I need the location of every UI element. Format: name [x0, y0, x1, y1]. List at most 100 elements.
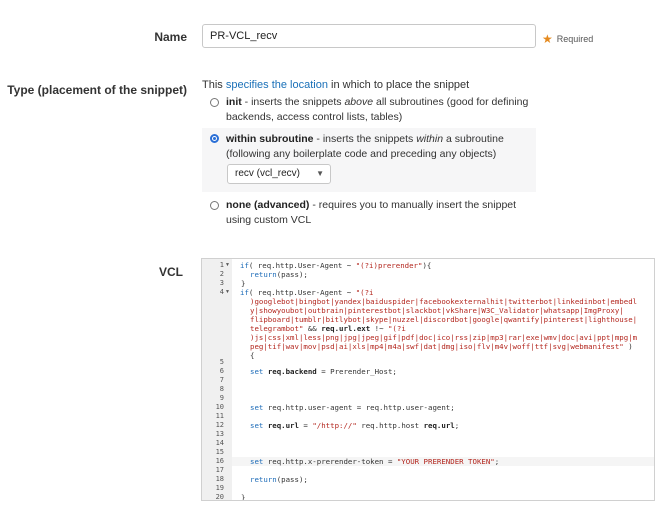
code-token: = Prerender_Host; — [316, 367, 397, 376]
line-number: 12 — [215, 421, 224, 429]
option-init-emph: above — [344, 96, 374, 108]
vcl-code-editor[interactable]: 1 ▼ 2 3 4 ▼ 5 6 7 8 9 10 11 12 13 14 15 16… — [201, 258, 655, 501]
code-token: req.http.user-agent = req.http.user-agen… — [263, 403, 455, 412]
required-text: Required — [556, 34, 594, 44]
code-token: && — [303, 324, 322, 333]
required-indicator: ★ Required — [542, 31, 594, 46]
code-line: return(pass); — [250, 270, 654, 279]
option-within-title: within subroutine — [226, 133, 314, 145]
code-token: if — [240, 261, 249, 270]
code-line: set req.url = "/http://" req.http.host r… — [250, 421, 654, 430]
code-token: req.url — [267, 421, 299, 430]
code-token: } — [241, 279, 246, 288]
line-number: 2 — [219, 270, 224, 278]
subroutine-select[interactable]: recv (vcl_recv) ▼ — [227, 164, 331, 184]
code-line: if( req.http.User-Agent ~ "(?i)prerender… — [240, 261, 654, 270]
code-line: )googlebot|bingbot|yandex|baiduspider|fa… — [250, 297, 654, 306]
option-init[interactable]: init - inserts the snippets above all su… — [202, 94, 536, 128]
code-line: set req.backend = Prerender_Host; — [250, 367, 654, 376]
line-number: 20 — [215, 493, 224, 501]
code-token: ; — [454, 421, 460, 430]
subroutine-select-value: recv (vcl_recv) — [235, 168, 301, 179]
code-token: (pass); — [276, 475, 308, 484]
code-token: ( req.http.User-Agent ~ — [248, 288, 356, 297]
code-token: return — [250, 475, 277, 484]
code-line: } — [241, 493, 654, 501]
line-number: 4 — [219, 288, 224, 296]
code-token: "YOUR PRERENDER TOKEN" — [396, 457, 495, 466]
option-within-desc-1: - inserts the snippets — [313, 133, 417, 145]
type-label: Type (placement of the snippet) — [7, 83, 187, 97]
line-number: 15 — [215, 448, 224, 456]
code-token: = — [298, 421, 313, 430]
code-line: } — [241, 279, 654, 288]
code-token: ){ — [422, 261, 432, 270]
code-token: req.backend — [267, 367, 317, 376]
line-number: 11 — [215, 412, 224, 420]
option-init-title: init — [226, 96, 242, 108]
specifies-location-link[interactable]: specifies the location — [226, 79, 328, 91]
code-token: "(?i — [355, 288, 374, 297]
code-token: (pass); — [276, 270, 308, 279]
code-line: return(pass); — [250, 475, 654, 484]
code-token: ) — [623, 342, 633, 351]
line-number: 10 — [215, 403, 224, 411]
fold-arrow-icon[interactable]: ▼ — [225, 288, 230, 297]
code-token: "(?i — [387, 324, 406, 333]
code-token: ( req.http.User-Agent ~ — [248, 261, 356, 270]
code-token: ; — [494, 457, 500, 466]
code-token: set — [250, 457, 264, 466]
chevron-down-icon: ▼ — [316, 169, 324, 178]
code-token: "/http://" — [312, 421, 357, 430]
code-token: telegrambot" — [250, 324, 304, 333]
vcl-label: VCL — [159, 265, 183, 279]
option-within-emph: within — [416, 133, 444, 145]
option-none-title: none (advanced) — [226, 199, 310, 211]
option-none[interactable]: none (advanced) - requires you to manual… — [202, 198, 536, 230]
code-line: )js|css|xml|less|png|jpg|jpeg|gif|pdf|do… — [250, 333, 654, 342]
line-number: 9 — [219, 394, 224, 402]
code-token: )googlebot|bingbot|yandex|baiduspider|fa… — [250, 297, 638, 306]
code-token: )js|css|xml|less|png|jpg|jpeg|gif|pdf|do… — [250, 333, 638, 342]
code-token: !~ — [370, 324, 388, 333]
line-number: 17 — [215, 466, 224, 474]
required-star-icon: ★ — [542, 32, 553, 46]
fold-arrow-icon[interactable]: ▼ — [225, 261, 230, 270]
line-number: 19 — [215, 484, 224, 492]
code-line: peg|tif|wav|mov|psd|ai|xls|mp4|m4a|swf|d… — [250, 342, 654, 351]
radio-within-subroutine[interactable] — [210, 134, 219, 143]
code-token: y|showyoubot|outbrain|pinterestbot|slack… — [250, 306, 624, 315]
code-token: req.url — [423, 421, 455, 430]
code-token: req.http.x-prerender-token = — [263, 457, 397, 466]
code-line: flipboard|tumblr|bitlybot|skype|nuzzel|d… — [250, 315, 654, 324]
line-number: 6 — [219, 367, 224, 375]
code-line: set req.http.user-agent = req.http.user-… — [250, 403, 654, 412]
line-number: 13 — [215, 430, 224, 438]
line-number: 1 — [219, 261, 224, 269]
code-token: set — [250, 421, 264, 430]
code-token: req.url.ext — [321, 324, 371, 333]
radio-none[interactable] — [210, 201, 219, 210]
line-number: 7 — [219, 376, 224, 384]
code-line: y|showyoubot|outbrain|pinterestbot|slack… — [250, 306, 654, 315]
radio-init[interactable] — [210, 98, 219, 107]
code-token: flipboard|tumblr|bitlybot|skype|nuzzel|d… — [250, 315, 638, 324]
code-token: { — [250, 351, 255, 360]
intro-prefix: This — [202, 79, 226, 91]
code-line: telegrambot" && req.url.ext !~ "(?i — [250, 324, 654, 333]
code-token: set — [250, 367, 264, 376]
code-line: set req.http.x-prerender-token = "YOUR P… — [250, 457, 654, 466]
name-input[interactable] — [202, 24, 536, 48]
code-token: } — [241, 493, 246, 501]
code-token: return — [250, 270, 277, 279]
code-token: set — [250, 403, 264, 412]
code-line: if( req.http.User-Agent ~ "(?i — [240, 288, 654, 297]
code-token: req.http.host — [356, 421, 424, 430]
line-number: 14 — [215, 439, 224, 447]
code-token: peg|tif|wav|mov|psd|ai|xls|mp4|m4a|swf|d… — [250, 342, 624, 351]
option-init-desc-1: - inserts the snippets — [241, 96, 345, 108]
line-number: 8 — [219, 385, 224, 393]
code-token: if — [240, 288, 249, 297]
type-intro: This specifies the location in which to … — [202, 79, 469, 91]
line-number: 16 — [215, 457, 224, 465]
